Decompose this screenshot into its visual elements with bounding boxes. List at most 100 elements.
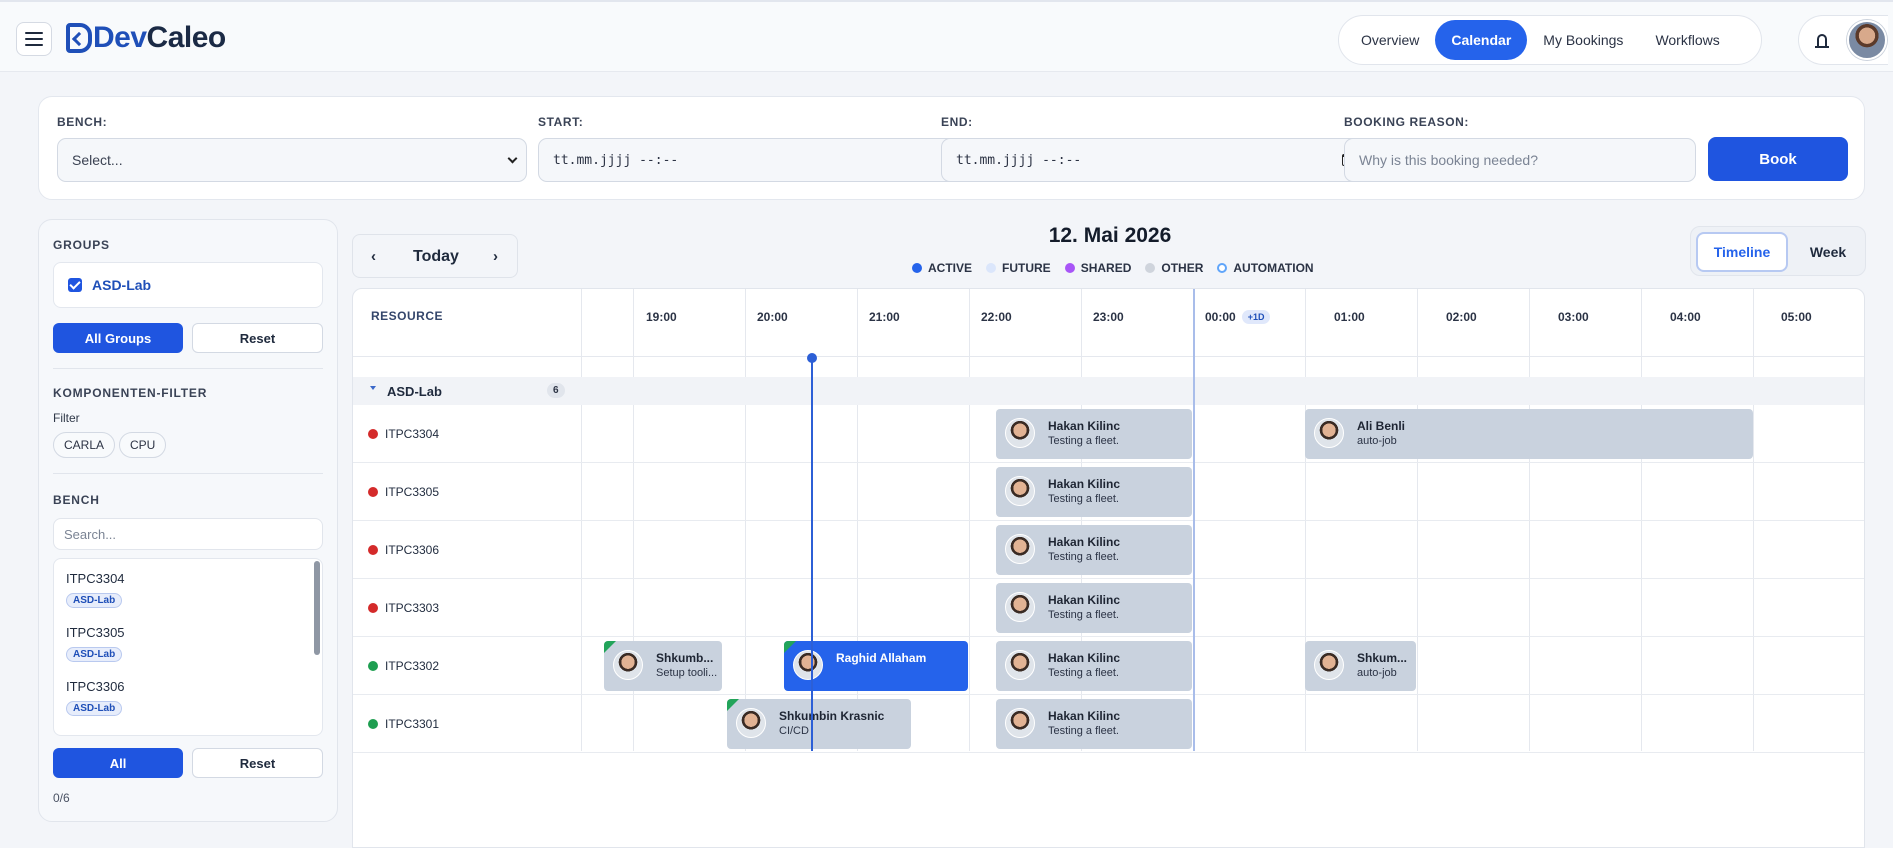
resource-name: ITPC3303 — [385, 601, 440, 615]
start-field[interactable]: tt.mm.jjjj --:-- — [538, 138, 968, 182]
week-view-button[interactable]: Week — [1795, 232, 1861, 272]
current-time-line — [811, 357, 813, 751]
next-button[interactable]: › — [493, 248, 498, 265]
caret-down-icon[interactable] — [370, 386, 376, 390]
booking-form: BENCH: Select... START: tt.mm.jjjj --:--… — [38, 96, 1865, 200]
view-toggle: Timeline Week — [1690, 226, 1866, 276]
hour-label: 02:00 — [1446, 310, 1477, 324]
select-all-button[interactable]: All — [53, 748, 183, 778]
status-dot — [368, 429, 378, 439]
main-nav: Overview Calendar My Bookings Workflows — [1338, 15, 1762, 65]
hour-label: 19:00 — [646, 310, 677, 324]
legend-future: FUTURE — [986, 261, 1051, 275]
legend-other: OTHER — [1145, 261, 1203, 275]
group-tag: ASD-Lab — [66, 593, 123, 608]
chevron-down-icon — [507, 153, 518, 164]
group-count-badge: 6 — [547, 383, 565, 398]
group-row[interactable]: ASD-Lab 6 — [353, 377, 1864, 405]
booking-event[interactable]: Ali Benli auto-job — [1305, 409, 1753, 459]
list-item[interactable]: ITPC3306 ASD-Lab — [66, 679, 125, 716]
automation-corner — [784, 641, 796, 653]
legend-automation: AUTOMATION — [1217, 261, 1314, 275]
status-dot — [368, 603, 378, 613]
timeline-view-button[interactable]: Timeline — [1696, 232, 1788, 272]
nav-my-bookings[interactable]: My Bookings — [1527, 20, 1639, 60]
selection-count: 0/6 — [53, 791, 70, 805]
next-day-badge: +1D — [1241, 310, 1271, 324]
nav-workflows[interactable]: Workflows — [1639, 20, 1735, 60]
chip-carla[interactable]: CARLA — [53, 432, 116, 458]
end-field[interactable]: tt.mm.jjjj --:-- — [941, 138, 1369, 182]
chip-cpu[interactable]: CPU — [119, 432, 167, 458]
booking-event[interactable]: Hakan Kilinc Testing a fleet. — [996, 525, 1192, 575]
status-dot — [368, 661, 378, 671]
reset-groups-button[interactable]: Reset — [192, 323, 323, 353]
avatar — [793, 650, 823, 680]
hour-label: 21:00 — [869, 310, 900, 324]
group-label: ASD-Lab — [92, 277, 152, 293]
current-date: 12. Mai 2026 — [1048, 224, 1172, 247]
end-label: END: — [941, 115, 973, 129]
user-avatar[interactable] — [1847, 20, 1887, 60]
hour-label: 23:00 — [1093, 310, 1124, 324]
reason-label: BOOKING REASON: — [1344, 115, 1470, 129]
avatar — [1314, 418, 1344, 448]
resource-name: ITPC3304 — [385, 427, 440, 441]
current-time-dot — [807, 353, 817, 363]
resource-name: ITPC3305 — [385, 485, 440, 499]
bell-icon[interactable] — [1815, 34, 1829, 48]
booking-event[interactable]: Shkum... auto-job — [1305, 641, 1416, 691]
prev-button[interactable]: ‹ — [371, 248, 376, 265]
booking-event[interactable]: Hakan Kilinc Testing a fleet. — [996, 467, 1192, 517]
booking-event[interactable]: Hakan Kilinc Testing a fleet. — [996, 409, 1192, 459]
divider — [53, 473, 323, 474]
bench-label: BENCH: — [57, 115, 108, 129]
resource-name: ITPC3301 — [385, 717, 440, 731]
booking-event[interactable]: Hakan Kilinc Testing a fleet. — [996, 699, 1192, 749]
booking-event[interactable]: Hakan Kilinc Testing a fleet. — [996, 583, 1192, 633]
avatar — [1005, 418, 1035, 448]
avatar — [1005, 534, 1035, 564]
bench-list: ITPC3304 ASD-Lab ITPC3305 ASD-Lab ITPC33… — [53, 558, 323, 736]
filter-label: Filter — [53, 411, 80, 425]
top-bar: DevCaleo Overview Calendar My Bookings W… — [0, 0, 1893, 72]
checkbox-icon[interactable] — [68, 278, 82, 292]
avatar — [736, 708, 766, 738]
avatar — [1005, 708, 1035, 738]
booking-event[interactable]: Shkumb... Setup tooli... — [604, 641, 722, 691]
hour-label: 00:00 +1D — [1205, 310, 1271, 324]
status-dot — [368, 719, 378, 729]
today-button[interactable]: Today — [413, 248, 459, 266]
booking-event[interactable]: Hakan Kilinc Testing a fleet. — [996, 641, 1192, 691]
menu-icon[interactable] — [16, 22, 52, 56]
groups-title: GROUPS — [53, 238, 110, 252]
booking-event[interactable]: Shkumbin Krasnic CI/CD — [727, 699, 911, 749]
hour-label: 01:00 — [1334, 310, 1365, 324]
avatar — [1005, 592, 1035, 622]
automation-corner — [727, 699, 739, 711]
all-groups-button[interactable]: All Groups — [53, 323, 183, 353]
logo-icon — [66, 23, 92, 53]
avatar — [1005, 476, 1035, 506]
list-item[interactable]: ITPC3305 ASD-Lab — [66, 625, 125, 662]
status-dot — [368, 487, 378, 497]
bench-search-input[interactable]: Search... — [53, 518, 323, 550]
sidebar: GROUPS ASD-Lab All Groups Reset KOMPONEN… — [38, 219, 338, 822]
automation-corner — [604, 641, 616, 653]
resource-name: ITPC3302 — [385, 659, 440, 673]
scrollbar[interactable] — [314, 561, 320, 655]
group-checkbox-item[interactable]: ASD-Lab — [53, 262, 323, 308]
list-item[interactable]: ITPC3304 ASD-Lab — [66, 571, 125, 608]
resource-header: RESOURCE — [371, 309, 444, 323]
reset-bench-button[interactable]: Reset — [192, 748, 323, 778]
nav-overview[interactable]: Overview — [1345, 20, 1435, 60]
app-logo[interactable]: DevCaleo — [66, 20, 226, 56]
bench-select[interactable]: Select... — [57, 138, 527, 182]
avatar — [1314, 650, 1344, 680]
logo-text-caleo: Caleo — [146, 21, 227, 54]
book-button[interactable]: Book — [1708, 137, 1848, 181]
nav-calendar[interactable]: Calendar — [1435, 20, 1528, 60]
legend: ACTIVE FUTURE SHARED OTHER AUTOMATION — [912, 261, 1314, 275]
divider — [53, 368, 323, 369]
reason-input[interactable]: Why is this booking needed? — [1344, 138, 1696, 182]
